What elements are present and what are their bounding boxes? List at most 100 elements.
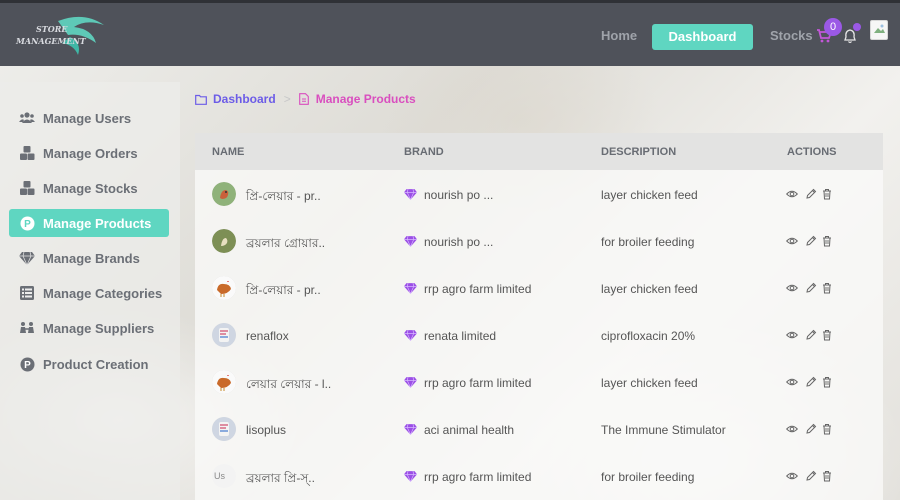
suppliers-icon	[19, 320, 35, 336]
sidebar-item-manage-stocks[interactable]: Manage Stocks	[9, 174, 169, 202]
gem-icon	[404, 328, 417, 341]
users-icon	[19, 110, 35, 126]
product-description: layer chicken feed	[601, 282, 698, 296]
delete-icon[interactable]	[821, 234, 833, 247]
sidebar-item-label: Product Creation	[43, 356, 149, 372]
breadcrumb-separator: >	[283, 92, 291, 106]
delete-icon[interactable]	[821, 281, 833, 294]
edit-icon[interactable]	[805, 234, 817, 246]
view-icon[interactable]	[786, 234, 798, 246]
products-table: NAME BRAND DESCRIPTION ACTIONS প্রি-লেয়…	[195, 133, 883, 500]
product-brand: aci animal health	[424, 423, 515, 437]
product-p-icon: P	[19, 356, 35, 372]
product-description: layer chicken feed	[601, 188, 698, 202]
logo-line2: MANAGEMENT	[15, 36, 87, 46]
product-thumbnail	[212, 229, 236, 253]
sidebar-item-label: Manage Categories	[43, 285, 163, 301]
sidebar-item-product-creation[interactable]: P Product Creation	[9, 350, 169, 378]
view-icon[interactable]	[786, 375, 798, 387]
product-name: lisoplus	[246, 423, 287, 437]
sidebar-item-manage-suppliers[interactable]: Manage Suppliers	[9, 314, 169, 342]
sidebar-item-label: Manage Users	[43, 110, 132, 126]
broken-image-icon	[874, 24, 885, 33]
sidebar-item-manage-orders[interactable]: Manage Orders	[9, 139, 169, 167]
sidebar-item-label: Manage Stocks	[43, 180, 138, 196]
product-thumbnail	[212, 276, 236, 300]
gem-icon	[404, 375, 417, 388]
sidebar-item-label: Manage Suppliers	[43, 320, 155, 336]
delete-icon[interactable]	[821, 375, 833, 388]
edit-icon[interactable]	[805, 187, 817, 199]
view-icon[interactable]	[786, 469, 798, 481]
product-description: for broiler feeding	[601, 235, 695, 249]
store-management-logo[interactable]: STORE MANAGEMENT	[12, 13, 112, 59]
sidebar-item-manage-brands[interactable]: Manage Brands	[9, 244, 169, 272]
gem-icon	[404, 187, 417, 200]
product-brand: rrp agro farm limited	[424, 376, 532, 390]
product-name: ব্রয়লার প্রি-স্..	[246, 471, 315, 485]
sidebar-item-manage-categories[interactable]: Manage Categories	[9, 279, 169, 307]
delete-icon[interactable]	[821, 187, 833, 200]
delete-icon[interactable]	[821, 328, 833, 341]
svg-text:P: P	[24, 360, 31, 371]
edit-icon[interactable]	[805, 422, 817, 434]
product-description: layer chicken feed	[601, 376, 698, 390]
delete-icon[interactable]	[821, 469, 833, 482]
user-avatar[interactable]	[870, 20, 888, 40]
gem-icon	[19, 250, 35, 266]
product-description: The Immune Stimulator	[601, 423, 726, 437]
table-row: Us ব্রয়লার প্রি-স্.. rrp agro farm limite…	[195, 453, 883, 500]
breadcrumb-dashboard[interactable]: Dashboard	[195, 92, 276, 106]
view-icon[interactable]	[786, 422, 798, 434]
edit-icon[interactable]	[805, 375, 817, 387]
product-name: ব্রয়লার গ্রোয়ার..	[246, 236, 326, 250]
product-brand: renata limited	[424, 329, 497, 343]
product-description: for broiler feeding	[601, 470, 695, 484]
product-thumbnail	[212, 182, 236, 206]
breadcrumb-dashboard-label: Dashboard	[213, 92, 276, 106]
list-icon	[19, 285, 35, 301]
breadcrumb-current-label: Manage Products	[315, 92, 416, 106]
product-p-icon: P	[19, 215, 35, 231]
table-row: ব্রয়লার গ্রোয়ার.. nourish po ... for bro…	[195, 218, 883, 265]
gem-icon	[404, 234, 417, 247]
view-icon[interactable]	[786, 328, 798, 340]
delete-icon[interactable]	[821, 422, 833, 435]
top-navbar: STORE MANAGEMENT Home Dashboard Stocks 0	[0, 0, 900, 66]
sidebar-item-label: Manage Orders	[43, 145, 138, 161]
sidebar-item-label: Manage Brands	[43, 250, 140, 266]
edit-icon[interactable]	[805, 328, 817, 340]
table-header: NAME BRAND DESCRIPTION ACTIONS	[195, 133, 883, 170]
boxes-icon	[19, 145, 35, 161]
product-brand: rrp agro farm limited	[424, 470, 532, 484]
column-header-description[interactable]: DESCRIPTION	[601, 146, 676, 158]
nav-dashboard-button[interactable]: Dashboard	[652, 24, 753, 50]
nav-home-link[interactable]: Home	[601, 28, 637, 43]
column-header-name[interactable]: NAME	[212, 146, 244, 158]
product-brand: nourish po ...	[424, 235, 494, 249]
edit-icon[interactable]	[805, 281, 817, 293]
product-name: প্রি-লেয়ার - pr..	[246, 283, 321, 297]
svg-text:P: P	[24, 219, 31, 230]
product-name: renaflox	[246, 329, 289, 343]
product-brand: rrp agro farm limited	[424, 282, 532, 296]
boxes-icon	[19, 180, 35, 196]
gem-icon	[404, 281, 417, 294]
sidebar-item-manage-products[interactable]: P Manage Products	[9, 209, 169, 237]
edit-icon[interactable]	[805, 469, 817, 481]
column-header-brand[interactable]: BRAND	[404, 146, 444, 158]
sidebar-item-manage-users[interactable]: Manage Users	[9, 104, 169, 132]
product-thumbnail	[212, 323, 236, 347]
product-name: লেয়ার লেয়ার - l..	[246, 377, 332, 391]
table-row: লেয়ার লেয়ার - l.. rrp agro farm limited…	[195, 359, 883, 406]
nav-stocks-link[interactable]: Stocks	[770, 28, 813, 43]
gem-icon	[404, 469, 417, 482]
column-header-actions: ACTIONS	[787, 146, 837, 158]
table-row: renaflox renata limited ciprofloxacin 20%	[195, 312, 883, 359]
product-thumbnail	[212, 370, 236, 394]
view-icon[interactable]	[786, 187, 798, 199]
table-row: lisoplus aci animal health The Immune Stim…	[195, 406, 883, 453]
view-icon[interactable]	[786, 281, 798, 293]
notification-dot	[853, 23, 861, 31]
product-thumbnail	[212, 417, 236, 441]
